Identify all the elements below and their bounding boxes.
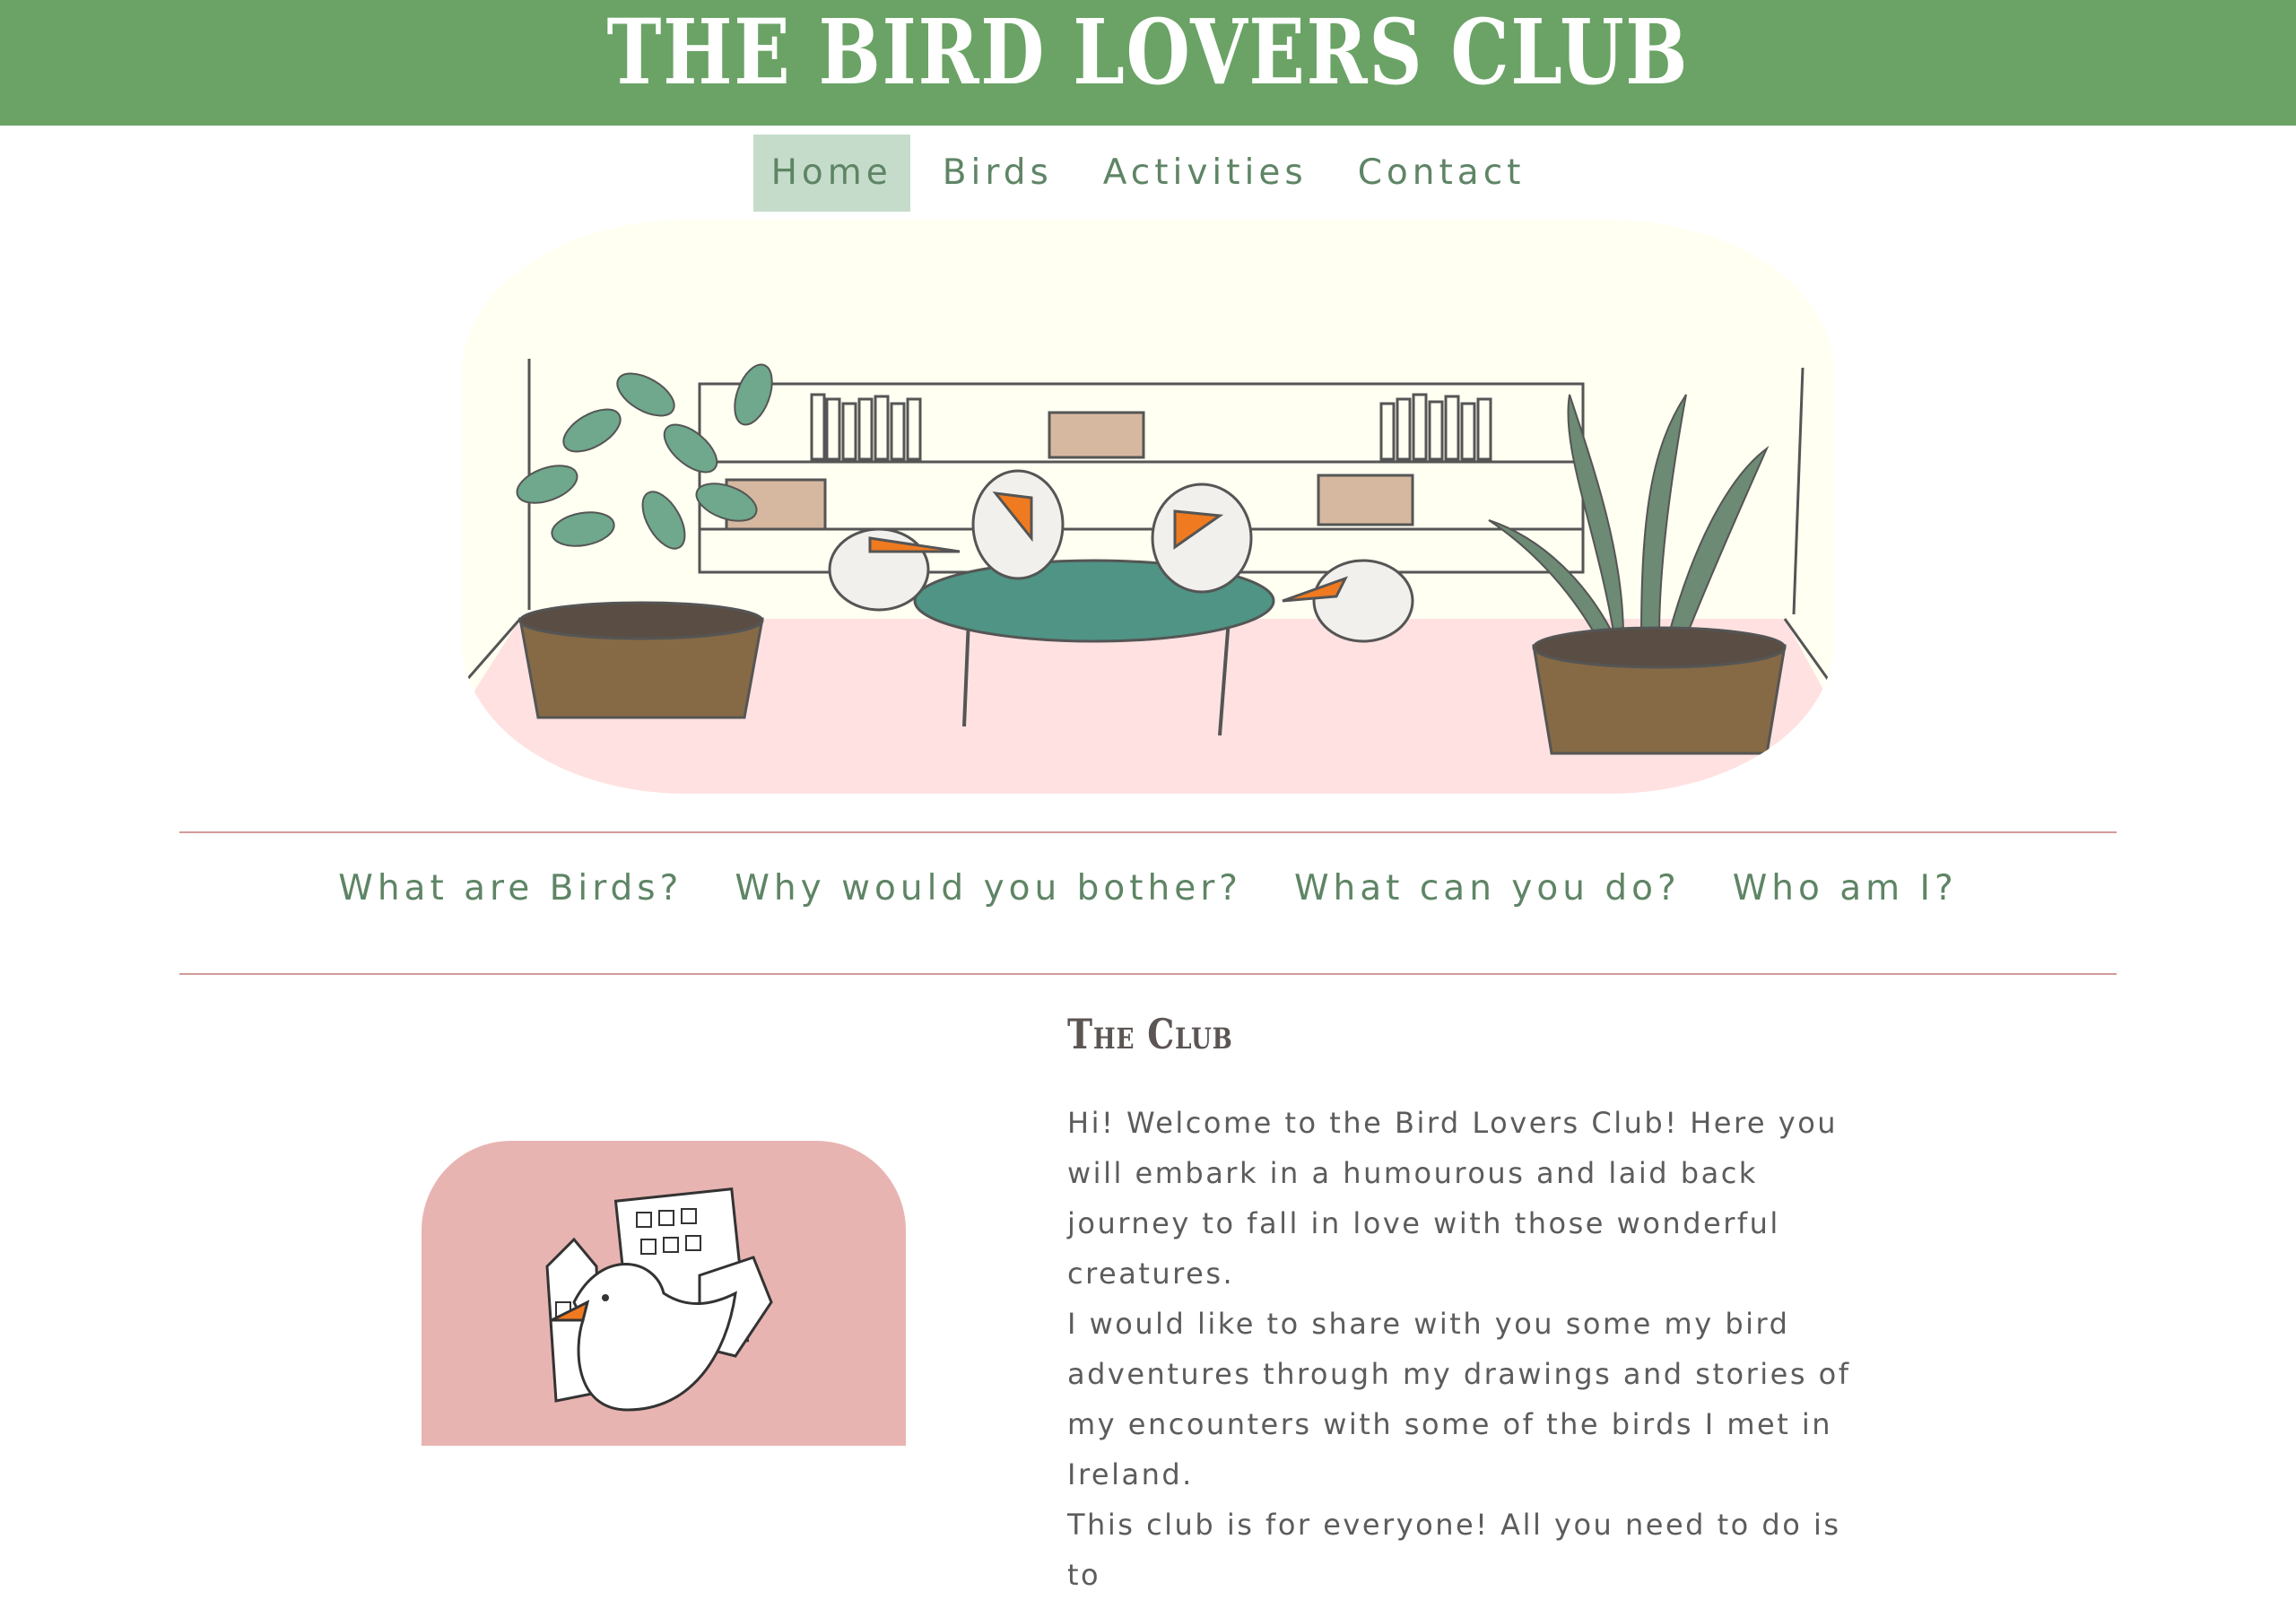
bird-with-houses-icon — [545, 1187, 773, 1412]
club-paragraph-3: This club is for everyone! All you need … — [1067, 1508, 1841, 1592]
divider-top — [179, 831, 2117, 833]
nav-item-activities[interactable]: Activities — [1085, 135, 1326, 212]
site-header: THE BIRD LOVERS CLUB — [0, 0, 2296, 126]
subnav-item-who-am-i[interactable]: Who am I? — [1733, 868, 1958, 909]
sub-nav: What are Birds? Why would you bother? Wh… — [0, 868, 2296, 909]
club-paragraph-1: Hi! Welcome to the Bird Lovers Club! Her… — [1067, 1106, 1839, 1291]
club-paragraph-2: I would like to share with you some my b… — [1067, 1307, 1851, 1491]
nav-item-home[interactable]: Home — [752, 135, 910, 212]
club-image — [422, 1141, 906, 1446]
club-text: Hi! Welcome to the Bird Lovers Club! Her… — [1067, 1098, 1874, 1600]
site-title: THE BIRD LOVERS CLUB — [606, 0, 1690, 105]
club-heading: The Club — [1067, 1010, 1233, 1058]
hero-illustration — [462, 220, 1834, 794]
subnav-item-why-bother[interactable]: Why would you bother? — [735, 868, 1242, 909]
subnav-item-what-can-you-do[interactable]: What can you do? — [1294, 868, 1681, 909]
subnav-item-what-are-birds[interactable]: What are Birds? — [338, 868, 683, 909]
nav-item-birds[interactable]: Birds — [925, 135, 1071, 212]
nav-item-contact[interactable]: Contact — [1340, 135, 1544, 212]
main-nav: Home Birds Activities Contact — [0, 135, 2296, 212]
divider-bottom — [179, 973, 2117, 975]
